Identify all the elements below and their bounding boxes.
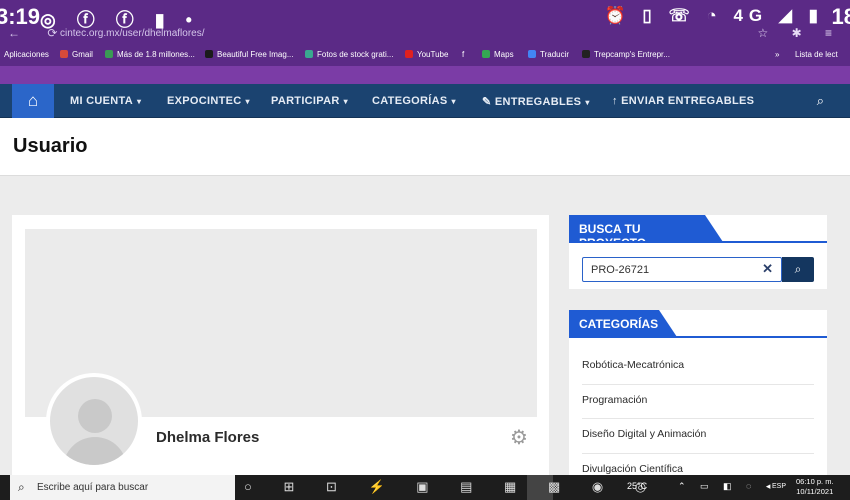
reading-list[interactable]: Lista de lect <box>795 50 838 59</box>
chevron-down-icon: ▾ <box>137 97 142 106</box>
home-button[interactable]: ⌂ <box>12 84 54 118</box>
home-icon: ⌂ <box>27 91 39 110</box>
bookmark-icon <box>305 50 313 58</box>
bookmarks-bar: Aplicaciones Gmail Más de 1.8 millones..… <box>0 46 850 64</box>
system-tray-icons[interactable]: ⌃ ▭ ◧ ◌ ◂ <box>678 481 776 492</box>
bookmark-item[interactable]: Más de 1.8 millones... <box>105 50 195 59</box>
maps-icon <box>482 50 490 58</box>
clock-time: 06:10 p. m. <box>796 477 834 486</box>
widget-divider <box>569 336 827 338</box>
project-search-button[interactable]: ⌕ <box>782 257 814 282</box>
address-bar[interactable]: ← ⟳ cintec.org.mx/user/dhelmaflores/ ☆ ✱… <box>0 25 850 43</box>
edit-icon: ✎ <box>482 96 492 108</box>
taskbar-clock[interactable]: 06:10 p. m. 10/11/2021 <box>796 477 834 497</box>
category-link[interactable]: Robótica-Mecatrónica <box>582 350 814 385</box>
bookmark-icon <box>105 50 113 58</box>
nav-expocintec[interactable]: EXPOCINTEC ▾ <box>167 95 250 107</box>
nav-participar[interactable]: PARTICIPAR ▾ <box>271 95 348 107</box>
bookmark-icon <box>205 50 213 58</box>
browser-toolbar-icons[interactable]: ☆ ✱ ≡ <box>758 26 842 40</box>
page-title: Usuario <box>13 135 88 157</box>
bookmarks-overflow[interactable]: » <box>775 50 779 59</box>
url-text[interactable]: cintec.org.mx/user/dhelmaflores/ <box>60 28 205 39</box>
nav-entregables[interactable]: ✎ ENTREGABLES ▾ <box>482 95 590 108</box>
avatar-head-shape <box>78 399 112 433</box>
bookmark-item[interactable]: YouTube <box>405 50 448 59</box>
site-navbar: ⌂ MI CUENTA ▾ EXPOCINTEC ▾ PARTICIPAR ▾ CAT… <box>0 84 850 118</box>
close-icon[interactable]: ✕ <box>762 261 773 277</box>
project-search-box[interactable]: ✕ <box>582 257 782 282</box>
nav-mi-cuenta[interactable]: MI CUENTA ▾ <box>70 95 141 107</box>
taskbar-app-icons[interactable]: ○ ⊞ ⊡ ⚡ ▣ ▤ ▦ ▩ ◉ ◎ <box>244 479 660 495</box>
widget-divider <box>569 241 827 243</box>
chevron-down-icon: ▾ <box>451 97 456 106</box>
avatar-body-shape <box>63 437 127 465</box>
taskbar-search-placeholder: Escribe aquí para buscar <box>37 482 149 493</box>
bookmark-item[interactable]: Trepcamp's Entrepr... <box>582 50 670 59</box>
bookmark-item[interactable]: f <box>462 50 464 59</box>
bookmark-item[interactable]: Gmail <box>60 50 93 59</box>
upload-icon: ↑ <box>612 95 618 107</box>
language-indicator[interactable]: ESP <box>772 483 786 490</box>
gmail-icon <box>60 50 68 58</box>
search-project-widget: BUSCA TU PROYECTO ✕ ⌕ <box>569 215 827 289</box>
weather-widget[interactable]: 25°C <box>627 481 647 491</box>
search-icon: ⌕ <box>794 262 802 276</box>
search-icon: ⌕ <box>18 480 25 494</box>
widget-title: BUSCA TU PROYECTO <box>569 215 723 250</box>
gear-icon[interactable]: ⚙ <box>510 425 528 450</box>
bookmark-item[interactable]: Traducir <box>528 50 569 59</box>
browser-chrome: 3:19 ◎ ⓕ ⓕ ▮ • ⏰ ▯ ☏ ◔ 4G ◢ ▮ 18 ← ⟳ cin… <box>0 0 850 84</box>
browser-edge <box>0 66 850 84</box>
nav-categorias[interactable]: CATEGORÍAS ▾ <box>372 95 456 107</box>
avatar <box>46 373 142 469</box>
bookmark-item[interactable]: Aplicaciones <box>4 50 49 59</box>
bookmark-item[interactable]: Beautiful Free Imag... <box>205 50 293 59</box>
categories-widget: CATEGORÍAS Robótica-Mecatrónica Programa… <box>569 310 827 488</box>
nav-enviar-entregables[interactable]: ↑ ENVIAR ENTREGABLES <box>612 95 754 107</box>
profile-card: Dhelma Flores ⚙ <box>12 215 549 485</box>
windows-taskbar: ⌕ Escribe aquí para buscar ○ ⊞ ⊡ ⚡ ▣ ▤ ▦… <box>0 475 850 500</box>
widget-title: CATEGORÍAS <box>569 310 677 337</box>
chevron-down-icon: ▾ <box>585 98 590 107</box>
bookmark-item[interactable]: Maps <box>482 50 514 59</box>
bookmark-item[interactable]: Fotos de stock grati... <box>305 50 393 59</box>
category-link[interactable]: Diseño Digital y Animación <box>582 419 814 454</box>
page-header: Usuario <box>0 118 850 176</box>
category-link[interactable]: Programación <box>582 385 814 419</box>
bookmark-icon <box>582 50 590 58</box>
taskbar-search[interactable]: ⌕ Escribe aquí para buscar <box>10 475 235 500</box>
chevron-down-icon: ▾ <box>245 97 250 106</box>
youtube-icon <box>405 50 413 58</box>
translate-icon <box>528 50 536 58</box>
clock-date: 10/11/2021 <box>796 487 834 496</box>
chevron-down-icon: ▾ <box>343 97 348 106</box>
profile-name: Dhelma Flores <box>156 429 260 446</box>
project-search-input[interactable] <box>591 262 751 278</box>
category-list: Robótica-Mecatrónica Programación Diseño… <box>582 350 814 488</box>
status-system-icons: ⏰ ▯ ☏ ◔ 4G ◢ ▮ <box>604 6 824 25</box>
search-icon[interactable]: ⌕ <box>817 93 824 109</box>
